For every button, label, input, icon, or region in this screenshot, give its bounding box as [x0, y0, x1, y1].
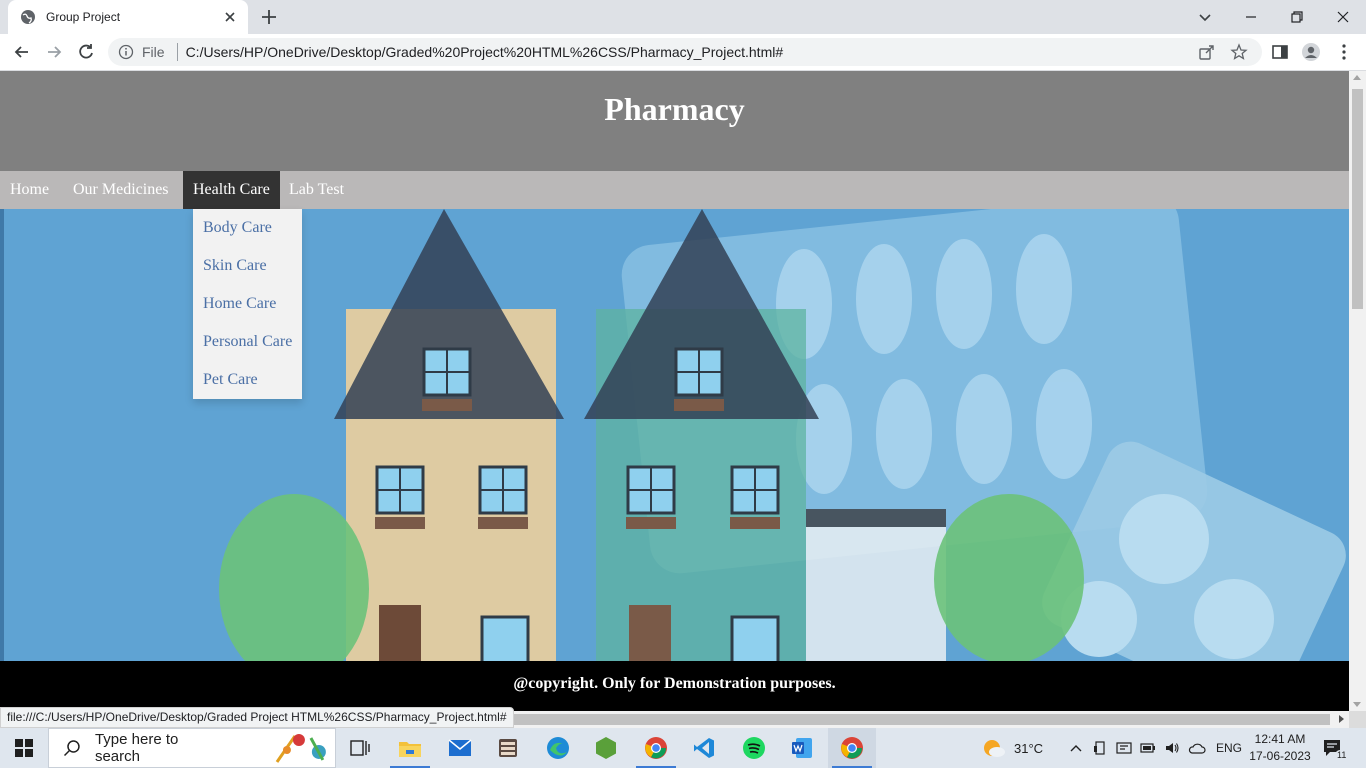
library-icon — [499, 739, 517, 757]
onedrive-cloud-icon[interactable] — [1188, 740, 1206, 756]
windows-taskbar: Type here to search 31°C ENG 12:41 AM 17… — [0, 728, 1366, 768]
health-care-dropdown: Body Care Skin Care Home Care Personal C… — [193, 209, 302, 399]
share-icon[interactable] — [1198, 43, 1216, 61]
scrollbar-corner — [1349, 711, 1366, 728]
weather-sun-icon — [984, 740, 1005, 757]
scroll-right-icon[interactable] — [1339, 715, 1344, 723]
clock-time: 12:41 AM — [1254, 732, 1306, 746]
vscode-button[interactable] — [680, 728, 728, 768]
spotify-icon — [743, 737, 765, 759]
page-viewport: Pharmacy Home Our Medicines Health Care … — [0, 71, 1349, 711]
dropdown-item-skin-care[interactable]: Skin Care — [193, 247, 302, 285]
vertical-scroll-thumb[interactable] — [1352, 89, 1363, 309]
windows-logo-icon — [15, 739, 33, 757]
battery-icon[interactable] — [1140, 740, 1156, 756]
main-navbar: Home Our Medicines Health Care Lab Test — [0, 171, 1349, 209]
omnibox-divider — [176, 43, 178, 61]
node-icon — [596, 737, 616, 759]
info-icon[interactable] — [118, 44, 134, 60]
mail-button[interactable] — [436, 728, 484, 768]
word-icon — [792, 738, 812, 758]
window-controls — [1228, 0, 1366, 34]
word-button[interactable] — [778, 728, 826, 768]
taskbar-search-box[interactable]: Type here to search — [48, 728, 336, 768]
vscode-icon — [694, 738, 714, 758]
volume-icon[interactable] — [1164, 740, 1180, 756]
tab-title: Group Project — [46, 10, 121, 24]
url-text[interactable]: C:/Users/HP/OneDrive/Desktop/Graded%20Pr… — [186, 44, 1198, 60]
language-indicator[interactable]: ENG — [1216, 741, 1242, 755]
nav-home[interactable]: Home — [0, 171, 59, 209]
dropdown-item-pet-care[interactable]: Pet Care — [193, 361, 302, 399]
chevron-up-icon[interactable] — [1068, 740, 1084, 756]
search-icon — [63, 740, 80, 757]
close-window-button[interactable] — [1320, 0, 1366, 34]
display-icon[interactable] — [1116, 740, 1132, 756]
taskbar-clock[interactable]: 12:41 AM 17-06-2023 — [1248, 731, 1312, 765]
bookmark-star-icon[interactable] — [1230, 43, 1248, 61]
notification-center-button[interactable]: 11 — [1322, 728, 1349, 768]
chrome-button-2[interactable] — [828, 728, 876, 768]
weather-temperature: 31°C — [1014, 740, 1044, 756]
edge-icon — [547, 737, 569, 759]
restore-button[interactable] — [1274, 0, 1320, 34]
minimize-icon — [1246, 16, 1256, 18]
nav-our-medicines[interactable]: Our Medicines — [63, 171, 179, 209]
file-explorer-icon — [399, 742, 421, 757]
notification-count: 11 — [1335, 750, 1349, 760]
close-tab-icon[interactable] — [222, 9, 238, 25]
link-status-bubble: file:///C:/Users/HP/OneDrive/Desktop/Gra… — [0, 707, 514, 728]
dropdown-item-home-care[interactable]: Home Care — [193, 285, 302, 323]
side-panel-icon[interactable] — [1270, 42, 1290, 62]
scroll-down-icon[interactable] — [1353, 702, 1361, 707]
reload-icon[interactable] — [76, 42, 96, 62]
profile-avatar-icon[interactable] — [1301, 42, 1321, 62]
browser-tabstrip: Group Project — [0, 0, 1366, 34]
file-explorer-button[interactable] — [386, 728, 434, 768]
system-tray-icons: ENG — [1066, 728, 1242, 768]
start-button[interactable] — [0, 728, 48, 768]
site-title: Pharmacy — [604, 91, 745, 127]
scheme-label: File — [142, 44, 165, 60]
library-button[interactable] — [484, 728, 532, 768]
dropdown-item-personal-care[interactable]: Personal Care — [193, 323, 302, 361]
chrome-icon — [645, 737, 667, 759]
device-icon[interactable] — [1092, 740, 1108, 756]
edge-button[interactable] — [534, 728, 582, 768]
clock-date: 17-06-2023 — [1249, 749, 1311, 763]
back-icon[interactable] — [12, 42, 32, 62]
forward-icon[interactable] — [44, 42, 64, 62]
weather-widget[interactable]: 31°C — [980, 728, 1043, 768]
footer-copyright: @copyright. Only for Demonstration purpo… — [513, 675, 836, 692]
browser-toolbar: File C:/Users/HP/OneDrive/Desktop/Graded… — [0, 34, 1366, 71]
search-placeholder: Type here to search — [94, 731, 179, 765]
address-bar[interactable]: File C:/Users/HP/OneDrive/Desktop/Graded… — [108, 38, 1262, 66]
minimize-button[interactable] — [1228, 0, 1274, 34]
dropdown-item-body-care[interactable]: Body Care — [193, 209, 302, 247]
close-icon — [1337, 11, 1349, 23]
chrome-icon — [841, 737, 863, 759]
vertical-scrollbar[interactable] — [1349, 71, 1366, 711]
node-button[interactable] — [582, 728, 630, 768]
browser-tab[interactable]: Group Project — [8, 0, 248, 34]
site-header: Pharmacy — [0, 71, 1349, 171]
task-view-button[interactable] — [336, 728, 384, 768]
chevron-down-icon[interactable] — [1196, 8, 1214, 26]
task-view-icon — [350, 740, 370, 756]
mail-icon — [448, 739, 472, 756]
globe-icon — [21, 10, 35, 24]
search-highlight-illustration-icon — [275, 734, 327, 763]
new-tab-icon[interactable] — [260, 8, 278, 26]
scroll-up-icon[interactable] — [1353, 75, 1361, 80]
nav-lab-test[interactable]: Lab Test — [279, 171, 354, 209]
site-footer: @copyright. Only for Demonstration purpo… — [0, 661, 1349, 711]
nav-health-care[interactable]: Health Care — [183, 171, 280, 209]
spotify-button[interactable] — [730, 728, 778, 768]
chrome-button-1[interactable] — [632, 728, 680, 768]
more-menu-icon[interactable] — [1334, 42, 1354, 62]
restore-icon — [1291, 11, 1303, 23]
